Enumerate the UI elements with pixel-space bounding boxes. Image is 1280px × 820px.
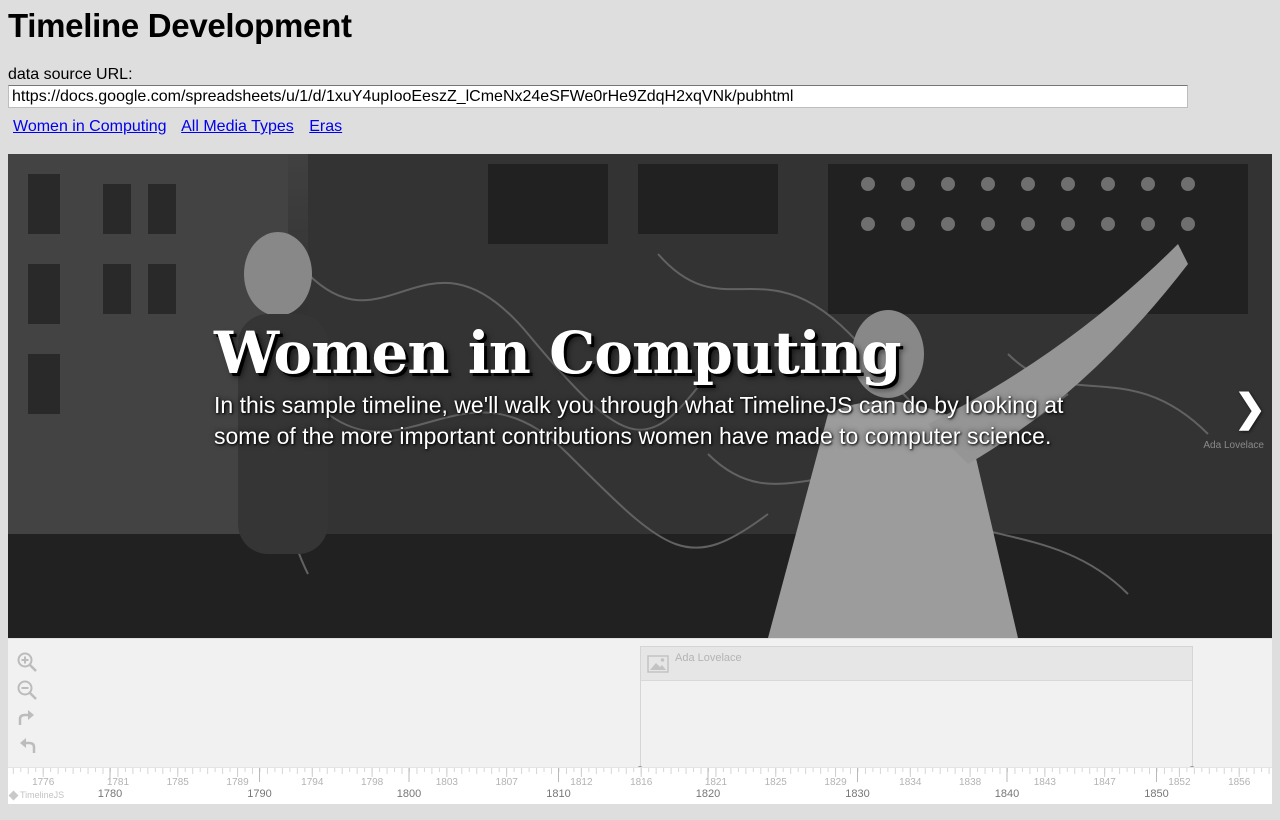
minor-year-label: 1816: [630, 777, 653, 788]
zoom-out-icon[interactable]: [16, 679, 38, 701]
timeline-links: Women in Computing All Media Types Eras: [13, 118, 353, 136]
brand-label: TimelineJS: [20, 790, 65, 800]
minor-year-label: 1856: [1228, 777, 1251, 788]
major-year-label: 1790: [247, 788, 271, 800]
image-icon: [647, 655, 669, 673]
title-slide: Women in Computing In this sample timeli…: [8, 154, 1272, 638]
back-icon[interactable]: [16, 735, 38, 757]
minor-year-label: 1847: [1094, 777, 1117, 788]
major-year-label: 1780: [98, 788, 122, 800]
marker-title: Ada Lovelace: [675, 652, 742, 664]
minor-year-label: 1789: [226, 777, 249, 788]
link-women-in-computing[interactable]: Women in Computing: [13, 118, 167, 135]
next-slide-arrow-icon[interactable]: ❯: [1234, 386, 1266, 431]
forward-icon[interactable]: [16, 707, 38, 729]
slide-description: In this sample timeline, we'll walk you …: [214, 391, 1064, 449]
minor-year-label: 1807: [496, 777, 519, 788]
major-year-label: 1800: [397, 788, 421, 800]
slide-headline: Women in Computing: [214, 319, 902, 387]
major-year-label: 1850: [1144, 788, 1168, 800]
data-source-label: data source URL:: [8, 66, 133, 83]
minor-year-label: 1838: [959, 777, 982, 788]
timeline-marker[interactable]: Ada Lovelace: [640, 646, 1193, 770]
major-year-label: 1840: [995, 788, 1019, 800]
zoom-controls: [16, 651, 38, 763]
major-year-label: 1810: [546, 788, 570, 800]
timelinejs-brand[interactable]: TimelineJS: [8, 790, 65, 801]
data-source-url-input[interactable]: [8, 85, 1188, 108]
page-title: Timeline Development: [8, 7, 352, 44]
marker-header: Ada Lovelace: [641, 647, 1192, 681]
time-axis: 1776 1781 1785 1789 1794 1798 1803 1807 1812 1816…: [8, 767, 1272, 804]
minor-year-label: 1776: [32, 777, 55, 788]
link-all-media-types[interactable]: All Media Types: [181, 118, 294, 135]
minor-year-label: 1794: [301, 777, 324, 788]
link-eras[interactable]: Eras: [309, 118, 342, 135]
minor-year-label: 1785: [167, 777, 190, 788]
slide-text: Women in Computing In this sample timeli…: [214, 319, 1084, 452]
major-year-label: 1820: [696, 788, 720, 800]
timelinejs-logo-icon: [8, 790, 19, 801]
timeline-embed: Women in Computing In this sample timeli…: [8, 154, 1272, 804]
zoom-in-icon[interactable]: [16, 651, 38, 673]
minor-year-label: 1825: [765, 777, 788, 788]
minor-year-label: 1812: [570, 777, 593, 788]
minor-year-label: 1798: [361, 777, 384, 788]
minor-year-label: 1829: [824, 777, 847, 788]
minor-year-label: 1803: [436, 777, 459, 788]
time-axis-ticks: 1776 1781 1785 1789 1794 1798 1803 1807 1812 1816…: [12, 768, 1270, 800]
minor-year-label: 1843: [1034, 777, 1057, 788]
timeline-nav: Ada Lovelace 1776 1781 1785 1789 1794 1798 180…: [8, 638, 1272, 804]
major-year-label: 1830: [845, 788, 869, 800]
minor-year-label: 1834: [899, 777, 922, 788]
next-slide-caption[interactable]: Ada Lovelace: [1203, 440, 1264, 451]
minor-year-label: 1852: [1168, 777, 1191, 788]
